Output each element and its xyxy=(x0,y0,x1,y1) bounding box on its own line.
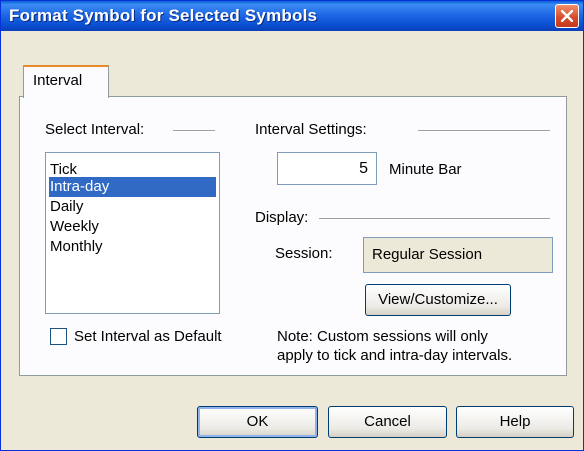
note-line-1: Note: Custom sessions will only xyxy=(277,328,488,345)
display-divider xyxy=(319,218,550,220)
interval-listbox[interactable]: Tick Intra-day Daily Weekly Monthly xyxy=(45,152,220,314)
interval-value-input[interactable]: 5 xyxy=(277,152,377,185)
interval-unit-label: Minute Bar xyxy=(389,161,462,178)
window-title: Format Symbol for Selected Symbols xyxy=(9,6,318,25)
display-heading: Display: xyxy=(255,209,309,226)
tab-interval[interactable]: Interval xyxy=(23,65,109,98)
select-interval-divider xyxy=(173,130,215,132)
select-interval-heading: Select Interval: xyxy=(45,121,145,138)
set-default-checkbox[interactable] xyxy=(50,328,67,345)
interval-settings-divider xyxy=(418,130,550,132)
cancel-button[interactable]: Cancel xyxy=(328,406,447,438)
set-default-label: Set Interval as Default xyxy=(74,328,222,345)
title-bar[interactable]: Format Symbol for Selected Symbols xyxy=(1,1,583,31)
close-button[interactable] xyxy=(555,4,579,28)
help-button[interactable]: Help xyxy=(456,406,574,438)
list-item-weekly[interactable]: Weekly xyxy=(49,217,216,237)
tab-interval-label: Interval xyxy=(33,72,83,89)
list-item-intra-day[interactable]: Intra-day xyxy=(49,177,216,197)
ok-button[interactable]: OK xyxy=(197,406,318,438)
session-label: Session: xyxy=(275,245,333,262)
format-symbol-dialog: Format Symbol for Selected Symbols Inter… xyxy=(0,0,584,451)
session-field[interactable]: Regular Session xyxy=(363,237,553,273)
list-item-monthly[interactable]: Monthly xyxy=(49,237,216,257)
list-item-daily[interactable]: Daily xyxy=(49,197,216,217)
close-icon xyxy=(561,10,573,22)
note-line-2: apply to tick and intra-day intervals. xyxy=(277,347,513,364)
view-customize-button[interactable]: View/Customize... xyxy=(365,284,511,316)
interval-settings-heading: Interval Settings: xyxy=(255,121,367,138)
